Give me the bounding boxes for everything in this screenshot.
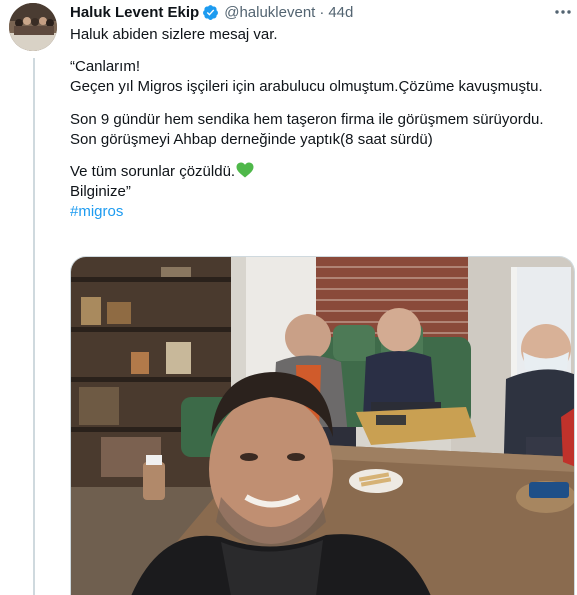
handle[interactable]: @haluklevent	[224, 4, 315, 21]
display-name[interactable]: Haluk Levent Ekip	[70, 4, 199, 21]
thread-line	[33, 58, 35, 595]
green-heart-icon	[236, 162, 254, 178]
tweet-line: Bilginize”	[70, 183, 131, 201]
tweet-line: Son görüşmeyi Ahbap derneğinde yaptık(8 …	[70, 130, 433, 148]
tweet-header: Haluk Levent Ekip @haluklevent · 44d	[70, 2, 353, 22]
tweet-photo[interactable]	[70, 256, 575, 595]
verified-badge-icon	[202, 4, 219, 21]
tweet-line: Ve tüm sorunlar çözüldü.	[70, 163, 236, 181]
tweet-line: Son 9 gündür hem sendika hem taşeron fir…	[70, 110, 544, 128]
tweet[interactable]: Haluk Levent Ekip @haluklevent · 44d Hal…	[0, 0, 577, 595]
avatar[interactable]	[9, 3, 57, 51]
tweet-line: Haluk abiden sizlere mesaj var.	[70, 26, 278, 43]
tweet-line: Geçen yıl Migros işçileri için arabulucu…	[70, 78, 543, 96]
tweet-line: “Canlarım!	[70, 58, 141, 76]
tweet-text: Haluk abiden sizlere mesaj var. “Canları…	[70, 25, 550, 223]
tweet-line-with-emoji: Ve tüm sorunlar çözüldü.	[70, 162, 550, 182]
timestamp[interactable]: 44d	[328, 4, 353, 21]
hashtag-link[interactable]: #migros	[70, 202, 550, 222]
separator-dot: ·	[319, 3, 325, 21]
more-options-icon[interactable]	[553, 2, 573, 22]
